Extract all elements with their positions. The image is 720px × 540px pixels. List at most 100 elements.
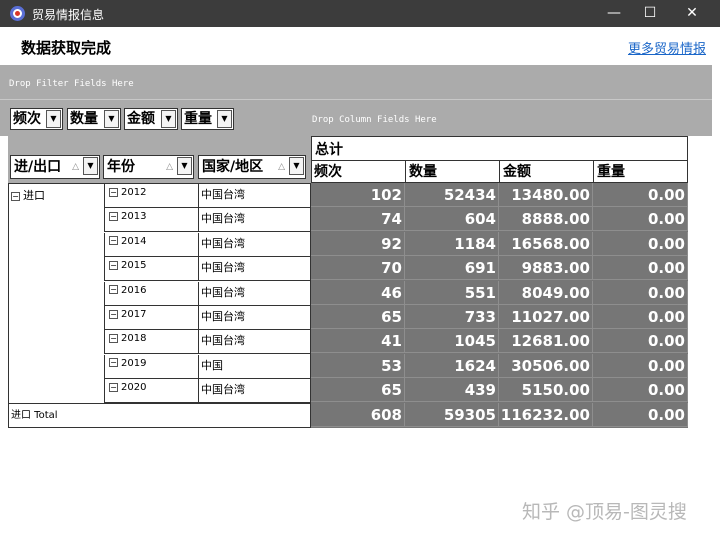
year-cell[interactable]: −2017 bbox=[104, 306, 198, 330]
value-cell-amount[interactable]: 5150.00 bbox=[499, 378, 593, 403]
value-cell-weight[interactable]: 0.00 bbox=[593, 183, 688, 207]
filter-hint: Drop Filter Fields Here bbox=[9, 79, 134, 89]
value-cell-quantity[interactable]: 604 bbox=[405, 207, 499, 232]
data-field-area: 频次 ▼ 数量 ▼ 金额 ▼ 重量 ▼ Drop Column Fields Here bbox=[0, 99, 712, 136]
app-logo-icon bbox=[10, 6, 25, 21]
close-button[interactable]: ✕ bbox=[674, 3, 710, 23]
year-cell[interactable]: −2020 bbox=[104, 379, 198, 404]
total-cell-amount[interactable]: 116232.00 bbox=[499, 402, 593, 427]
country-cell: 中国台湾 bbox=[198, 281, 311, 306]
year-cell[interactable]: −2019 bbox=[104, 354, 198, 379]
window-title: 贸易情报信息 bbox=[32, 8, 105, 22]
value-cell-frequency[interactable]: 65 bbox=[311, 305, 405, 329]
dropdown-arrow-icon[interactable]: ▼ bbox=[104, 110, 119, 128]
sort-arrow-icon: △ bbox=[72, 162, 79, 172]
country-cell: 中国台湾 bbox=[198, 208, 311, 233]
value-cell-frequency[interactable]: 46 bbox=[311, 280, 405, 305]
value-cell-amount[interactable]: 9883.00 bbox=[499, 256, 593, 281]
value-cell-frequency[interactable]: 74 bbox=[311, 207, 405, 232]
sort-arrow-icon: △ bbox=[166, 162, 173, 172]
year-cell[interactable]: −2015 bbox=[104, 257, 198, 282]
dropdown-arrow-icon[interactable]: ▼ bbox=[177, 157, 192, 175]
value-cell-quantity[interactable]: 551 bbox=[405, 280, 499, 305]
column-header-weight[interactable]: 重量 bbox=[593, 160, 688, 183]
data-field-amount[interactable]: 金额 ▼ bbox=[124, 108, 178, 130]
dropdown-arrow-icon[interactable]: ▼ bbox=[289, 157, 304, 175]
column-header-quantity[interactable]: 数量 bbox=[405, 160, 500, 183]
value-cell-weight[interactable]: 0.00 bbox=[593, 231, 688, 256]
row-field-country[interactable]: 国家/地区 △ ▼ bbox=[198, 155, 306, 179]
value-cell-frequency[interactable]: 41 bbox=[311, 329, 405, 354]
collapse-box-icon[interactable]: − bbox=[109, 260, 118, 270]
year-cell[interactable]: −2012 bbox=[104, 184, 198, 208]
value-cell-quantity[interactable]: 52434 bbox=[405, 183, 499, 207]
collapse-box-icon[interactable]: − bbox=[109, 211, 118, 221]
value-cell-amount[interactable]: 8888.00 bbox=[499, 207, 593, 232]
value-cell-amount[interactable]: 13480.00 bbox=[499, 183, 593, 207]
collapse-box-icon[interactable]: − bbox=[109, 382, 118, 392]
year-cell[interactable]: −2018 bbox=[104, 330, 198, 355]
value-cell-frequency[interactable]: 65 bbox=[311, 378, 405, 403]
value-cell-frequency[interactable]: 53 bbox=[311, 353, 405, 378]
value-cell-frequency[interactable]: 70 bbox=[311, 256, 405, 281]
minimize-button[interactable]: — bbox=[596, 3, 632, 23]
value-cell-weight[interactable]: 0.00 bbox=[593, 353, 688, 378]
group-import[interactable]: − 进口 bbox=[11, 187, 45, 203]
year-cell[interactable]: −2016 bbox=[104, 281, 198, 306]
value-cell-weight[interactable]: 0.00 bbox=[593, 329, 688, 354]
collapse-box-icon[interactable]: − bbox=[109, 358, 118, 368]
value-cell-frequency[interactable]: 92 bbox=[311, 231, 405, 256]
column-header-amount[interactable]: 金额 bbox=[499, 160, 594, 183]
row-field-import-export[interactable]: 进/出口 △ ▼ bbox=[10, 155, 100, 179]
value-cell-amount[interactable]: 30506.00 bbox=[499, 353, 593, 378]
total-cell-frequency[interactable]: 608 bbox=[311, 402, 405, 427]
value-cell-quantity[interactable]: 1624 bbox=[405, 353, 499, 378]
value-cell-quantity[interactable]: 733 bbox=[405, 305, 499, 329]
data-field-frequency[interactable]: 频次 ▼ bbox=[10, 108, 63, 130]
value-cell-weight[interactable]: 0.00 bbox=[593, 280, 688, 305]
collapse-box-icon[interactable]: − bbox=[109, 309, 118, 319]
year-cell[interactable]: −2014 bbox=[104, 232, 198, 257]
pivot-data-grid: 102 52434 13480.00 0.00 74 604 8888.00 0.00 92 11… bbox=[311, 183, 688, 428]
value-cell-quantity[interactable]: 691 bbox=[405, 256, 499, 281]
window-titlebar: 贸易情报信息 — ☐ ✕ bbox=[0, 0, 720, 27]
dropdown-arrow-icon[interactable]: ▼ bbox=[46, 110, 61, 128]
watermark: 知乎 @顶易-图灵搜 bbox=[522, 501, 687, 523]
data-field-weight[interactable]: 重量 ▼ bbox=[181, 108, 234, 130]
more-trade-info-link[interactable]: 更多贸易情报 bbox=[628, 38, 706, 57]
column-drop-hint[interactable]: Drop Column Fields Here bbox=[312, 115, 437, 125]
total-cell-quantity[interactable]: 59305 bbox=[405, 402, 499, 427]
collapse-box-icon[interactable]: − bbox=[109, 333, 118, 343]
column-header-area: 总计 频次 数量 金额 重量 bbox=[311, 136, 688, 183]
value-cell-frequency[interactable]: 102 bbox=[311, 183, 405, 207]
year-cell[interactable]: −2013 bbox=[104, 208, 198, 233]
value-cell-quantity[interactable]: 1184 bbox=[405, 231, 499, 256]
sort-arrow-icon: △ bbox=[278, 162, 285, 172]
maximize-button[interactable]: ☐ bbox=[632, 3, 668, 23]
data-field-quantity[interactable]: 数量 ▼ bbox=[67, 108, 121, 130]
row-field-year[interactable]: 年份 △ ▼ bbox=[103, 155, 194, 179]
value-cell-amount[interactable]: 11027.00 bbox=[499, 305, 593, 329]
value-cell-quantity[interactable]: 1045 bbox=[405, 329, 499, 354]
value-cell-weight[interactable]: 0.00 bbox=[593, 256, 688, 281]
column-header-frequency[interactable]: 频次 bbox=[311, 160, 406, 183]
value-cell-amount[interactable]: 12681.00 bbox=[499, 329, 593, 354]
value-cell-weight[interactable]: 0.00 bbox=[593, 305, 688, 329]
filter-drop-zone[interactable]: Drop Filter Fields Here bbox=[0, 65, 712, 99]
value-cell-weight[interactable]: 0.00 bbox=[593, 378, 688, 403]
total-cell-weight[interactable]: 0.00 bbox=[593, 402, 688, 427]
value-cell-amount[interactable]: 16568.00 bbox=[499, 231, 593, 256]
dropdown-arrow-icon[interactable]: ▼ bbox=[83, 157, 98, 175]
value-cell-weight[interactable]: 0.00 bbox=[593, 207, 688, 232]
value-cell-quantity[interactable]: 439 bbox=[405, 378, 499, 403]
dropdown-arrow-icon[interactable]: ▼ bbox=[161, 110, 176, 128]
country-cell: 中国 bbox=[198, 354, 311, 379]
status-text: 数据获取完成 bbox=[21, 39, 112, 57]
value-cell-amount[interactable]: 8049.00 bbox=[499, 280, 593, 305]
collapse-box-icon[interactable]: − bbox=[109, 236, 118, 246]
grand-total-label: 总计 bbox=[315, 142, 343, 158]
collapse-box-icon[interactable]: − bbox=[109, 187, 118, 197]
dropdown-arrow-icon[interactable]: ▼ bbox=[217, 110, 232, 128]
collapse-box-icon[interactable]: − bbox=[109, 285, 118, 295]
collapse-box-icon[interactable]: − bbox=[11, 191, 20, 201]
